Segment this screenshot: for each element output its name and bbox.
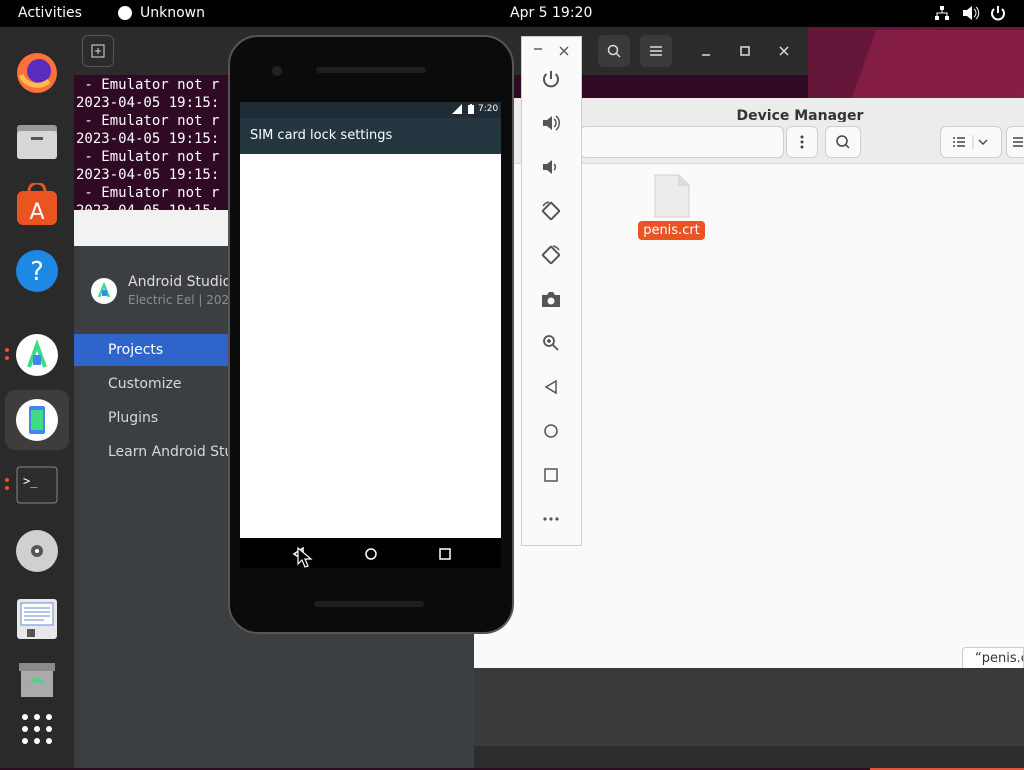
front-camera xyxy=(272,66,282,76)
terminal-line: - Emulator not r xyxy=(76,185,220,201)
android-status-bar: 7:20 xyxy=(240,102,501,118)
path-bar[interactable] xyxy=(580,126,784,158)
app-title-bar: SIM card lock settings xyxy=(240,118,501,154)
volume-icon[interactable] xyxy=(962,5,980,25)
terminal-line: 2023-04-05 19:15: xyxy=(76,95,220,111)
list-view-icon[interactable] xyxy=(1006,126,1024,158)
window-title: Device Manager xyxy=(736,108,864,122)
emulator-icon[interactable] xyxy=(5,390,69,450)
svg-text:>_: >_ xyxy=(23,474,38,488)
camera-icon[interactable] xyxy=(538,286,564,312)
terminal-line: 2023-04-05 19:15: xyxy=(76,131,220,147)
status-floating-bar: “penis.c xyxy=(962,647,1024,669)
search-icon[interactable] xyxy=(598,35,630,67)
zoom-icon[interactable] xyxy=(538,330,564,356)
app-version: Electric Eel | 2022 xyxy=(128,293,230,307)
app-title: Android Studio xyxy=(128,274,230,290)
activities-button[interactable]: Activities xyxy=(18,5,82,21)
show-apps-icon[interactable] xyxy=(12,704,62,754)
terminal-line: 2023-04-05 19:15: xyxy=(76,167,220,183)
overview-icon[interactable] xyxy=(538,462,564,488)
volume-up-icon[interactable] xyxy=(538,110,564,136)
rotate-right-icon[interactable] xyxy=(538,242,564,268)
volume-down-icon[interactable] xyxy=(538,154,564,180)
app-menu-icon[interactable] xyxy=(118,6,132,20)
top-bar: Activities Unknown Apr 5 19:20 xyxy=(0,0,1024,27)
text-editor-icon[interactable] xyxy=(12,594,62,644)
status-time: 7:20 xyxy=(478,104,499,114)
background-window xyxy=(451,668,1024,746)
more-icon[interactable] xyxy=(538,506,564,532)
clock[interactable]: Apr 5 19:20 xyxy=(510,5,592,21)
svg-text:A: A xyxy=(29,200,44,225)
maximize-icon[interactable] xyxy=(729,35,761,67)
minimize-icon[interactable] xyxy=(690,35,722,67)
terminal-line: - Emulator not r xyxy=(76,77,220,93)
nav-recents-icon[interactable] xyxy=(438,546,452,560)
terminal-line: - Emulator not r xyxy=(76,113,220,129)
running-indicator xyxy=(5,356,9,360)
power-icon[interactable] xyxy=(538,66,564,92)
more-options-icon[interactable] xyxy=(786,126,818,158)
speaker-grille xyxy=(314,601,424,607)
help-icon[interactable]: ? xyxy=(12,246,62,296)
menu-item-learn[interactable]: Learn Android Studio xyxy=(74,436,230,468)
file-name-label[interactable]: penis.crt xyxy=(638,221,705,240)
file-icon[interactable] xyxy=(654,174,690,218)
emulator-screen[interactable] xyxy=(240,102,501,538)
terminal-line: - Emulator not r xyxy=(76,149,220,165)
firefox-icon[interactable] xyxy=(12,48,62,98)
app-menu-label[interactable]: Unknown xyxy=(140,5,205,21)
app-center-icon[interactable]: A xyxy=(12,180,62,230)
running-indicator xyxy=(5,478,9,482)
menu-item-customize[interactable]: Customize xyxy=(74,368,230,400)
battery-icon xyxy=(468,104,474,117)
new-tab-icon[interactable] xyxy=(82,35,114,67)
svg-text:?: ? xyxy=(30,257,44,287)
running-indicator xyxy=(5,348,9,352)
disc-icon[interactable] xyxy=(12,526,62,576)
rotate-left-icon[interactable] xyxy=(538,198,564,224)
toolbar-close-icon[interactable] xyxy=(558,42,572,56)
nav-home-icon[interactable] xyxy=(364,546,378,560)
toolbar-minimize-icon[interactable] xyxy=(532,42,546,56)
back-icon[interactable] xyxy=(538,374,564,400)
search-icon[interactable] xyxy=(825,126,861,158)
hamburger-menu-icon[interactable] xyxy=(640,35,672,67)
view-options-button[interactable] xyxy=(940,126,1002,158)
mouse-cursor-icon xyxy=(296,546,314,568)
speaker-grille xyxy=(316,67,426,73)
terminal-icon[interactable]: >_ xyxy=(12,460,62,510)
android-studio-logo xyxy=(91,278,117,304)
power-icon[interactable] xyxy=(990,5,1006,25)
home-icon[interactable] xyxy=(538,418,564,444)
network-icon[interactable] xyxy=(934,5,950,25)
menu-item-plugins[interactable]: Plugins xyxy=(74,402,230,434)
signal-icon xyxy=(452,104,462,117)
close-icon[interactable] xyxy=(768,35,800,67)
menu-item-projects[interactable]: Projects xyxy=(74,334,230,366)
trash-icon[interactable] xyxy=(12,656,62,706)
android-studio-icon[interactable] xyxy=(12,330,62,380)
running-indicator xyxy=(5,486,9,490)
terminal-output: - Emulator not r 2023-04-05 19:15: - Emul… xyxy=(76,76,236,212)
files-icon[interactable] xyxy=(12,116,62,166)
